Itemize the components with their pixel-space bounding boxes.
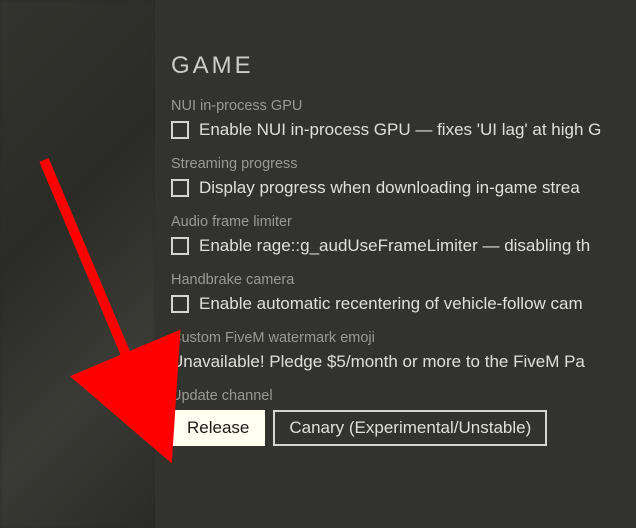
- checkbox-text: Enable automatic recentering of vehicle-…: [199, 294, 583, 314]
- setting-update-channel: Update channel Release Canary (Experimen…: [171, 388, 636, 446]
- checkbox-audio-limiter[interactable]: [171, 237, 189, 255]
- checkbox-row: Enable automatic recentering of vehicle-…: [171, 294, 636, 314]
- setting-nui-gpu: NUI in-process GPU Enable NUI in-process…: [171, 98, 636, 140]
- setting-handbrake: Handbrake camera Enable automatic recent…: [171, 272, 636, 314]
- setting-label: Audio frame limiter: [171, 214, 636, 230]
- background-blur-left: [0, 0, 155, 528]
- checkbox-text: Display progress when downloading in-gam…: [199, 178, 580, 198]
- checkbox-streaming[interactable]: [171, 179, 189, 197]
- checkbox-text: Enable NUI in-process GPU — fixes 'UI la…: [199, 120, 601, 140]
- checkbox-row: Enable rage::g_audUseFrameLimiter — disa…: [171, 236, 636, 256]
- settings-panel: GAME NUI in-process GPU Enable NUI in-pr…: [155, 20, 636, 528]
- setting-label: NUI in-process GPU: [171, 98, 636, 114]
- watermark-unavailable-text: Unavailable! Pledge $5/month or more to …: [171, 352, 636, 372]
- setting-watermark: Custom FiveM watermark emoji Unavailable…: [171, 330, 636, 372]
- setting-label: Handbrake camera: [171, 272, 636, 288]
- channel-row: Release Canary (Experimental/Unstable): [171, 410, 636, 446]
- checkbox-row: Display progress when downloading in-gam…: [171, 178, 636, 198]
- channel-release-button[interactable]: Release: [171, 410, 265, 446]
- setting-label: Streaming progress: [171, 156, 636, 172]
- setting-label: Update channel: [171, 388, 636, 404]
- section-title-game: GAME: [171, 52, 636, 80]
- checkbox-handbrake[interactable]: [171, 295, 189, 313]
- background-top-strip: [155, 0, 636, 20]
- setting-audio-limiter: Audio frame limiter Enable rage::g_audUs…: [171, 214, 636, 256]
- setting-streaming: Streaming progress Display progress when…: [171, 156, 636, 198]
- checkbox-nui-gpu[interactable]: [171, 121, 189, 139]
- checkbox-row: Enable NUI in-process GPU — fixes 'UI la…: [171, 120, 636, 140]
- checkbox-text: Enable rage::g_audUseFrameLimiter — disa…: [199, 236, 590, 256]
- channel-canary-button[interactable]: Canary (Experimental/Unstable): [273, 410, 547, 446]
- setting-label: Custom FiveM watermark emoji: [171, 330, 636, 346]
